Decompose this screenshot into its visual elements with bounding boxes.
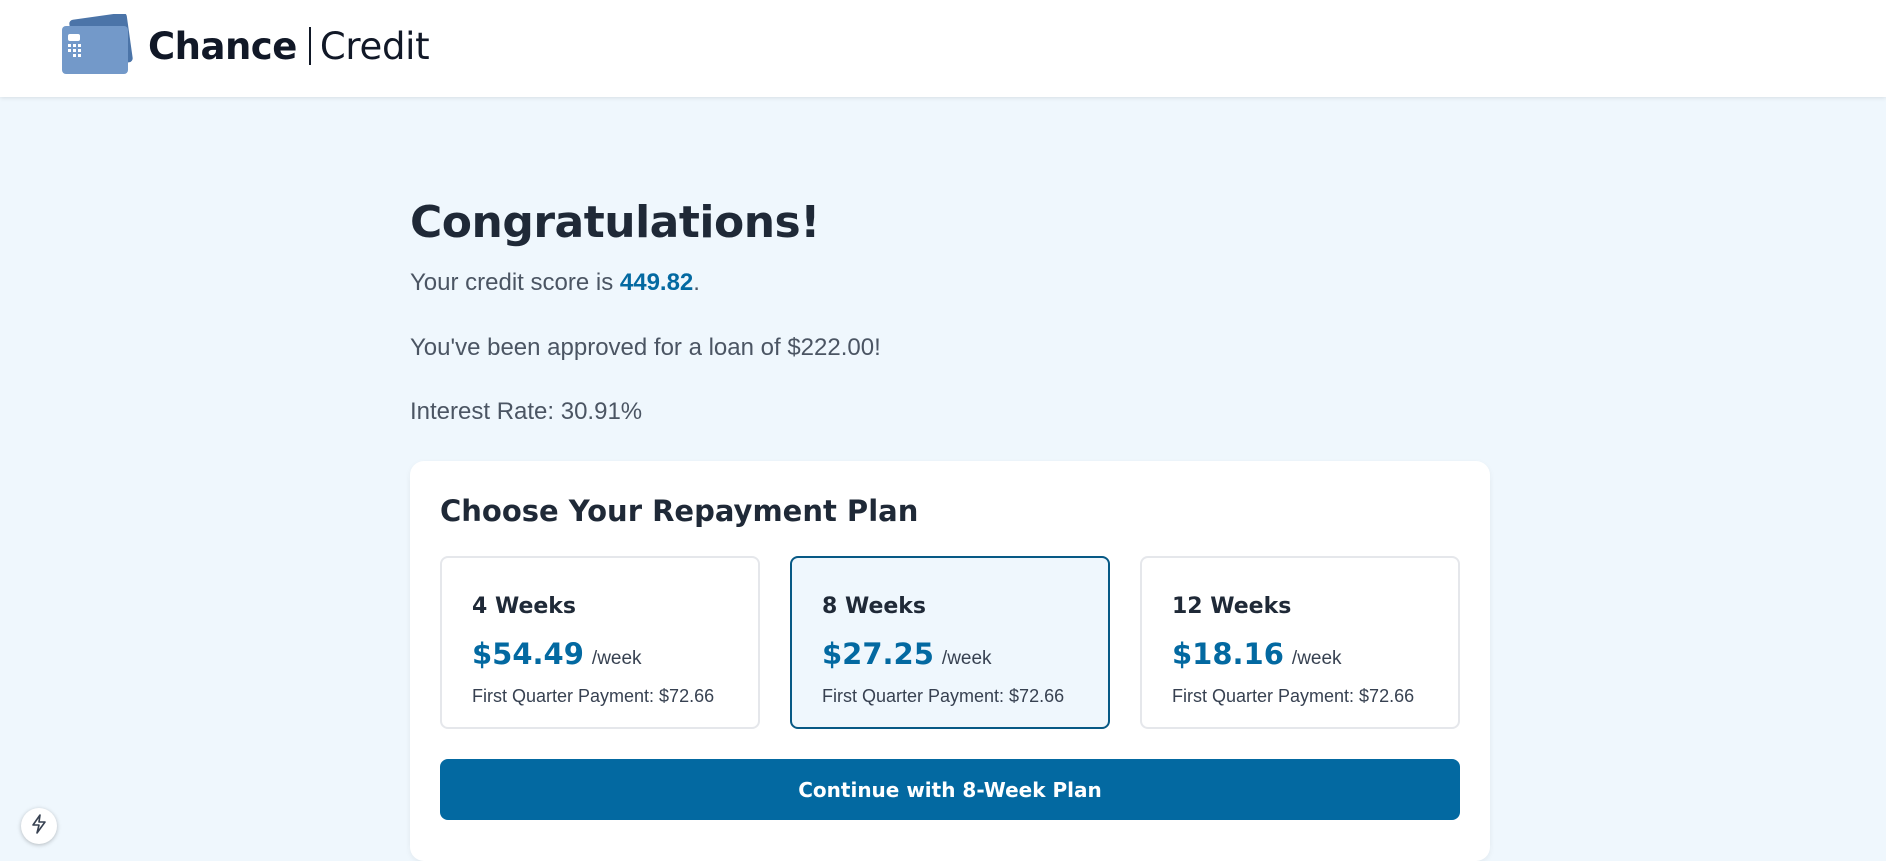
credit-score-prefix: Your credit score is (410, 269, 620, 296)
plan-option-8-weeks[interactable]: 8 Weeks $27.25 /week First Quarter Payme… (790, 556, 1110, 729)
plan-option-12-weeks[interactable]: 12 Weeks $18.16 /week First Quarter Paym… (1140, 556, 1460, 729)
repayment-plan-card: Choose Your Repayment Plan 4 Weeks $54.4… (410, 461, 1490, 861)
brand-name-bold: Chance (148, 24, 297, 68)
site-header: Chance Credit (0, 0, 1886, 97)
brand-divider (308, 27, 311, 65)
credit-score-value: 449.82 (619, 269, 694, 296)
plan-name: 4 Weeks (472, 594, 577, 619)
plan-first-payment: First Quarter Payment: $72.66 (822, 686, 1065, 706)
brand-logo[interactable]: Chance Credit (58, 12, 430, 78)
continue-button[interactable]: Continue with 8-Week Plan (440, 759, 1460, 820)
plan-name: 12 Weeks (1172, 594, 1292, 619)
plan-unit: /week (591, 648, 642, 669)
page-title: Congratulations! (410, 197, 820, 248)
plan-option-4-weeks[interactable]: 4 Weeks $54.49 /week First Quarter Payme… (440, 556, 760, 729)
plan-unit: /week (1291, 648, 1342, 669)
plan-price: $54.49 (472, 637, 584, 671)
plan-name: 8 Weeks (822, 594, 927, 619)
plan-price: $27.25 (822, 637, 934, 671)
dev-tools-badge[interactable] (21, 808, 57, 844)
plan-price-row: $54.49 /week (472, 637, 642, 671)
credit-score-text: Your credit score is 449.82. (410, 269, 700, 297)
result-section: Congratulations! Your credit score is 44… (410, 195, 1490, 861)
plan-first-payment: First Quarter Payment: $72.66 (472, 686, 715, 706)
plan-price-row: $18.16 /week (1172, 637, 1342, 671)
brand-name-light: Credit (319, 24, 430, 68)
plan-first-payment: First Quarter Payment: $72.66 (1172, 686, 1415, 706)
interest-rate-text: Interest Rate: 30.91% (410, 398, 643, 425)
plan-price: $18.16 (1172, 637, 1284, 671)
credit-card-icon (58, 12, 136, 78)
loan-approval-text: You've been approved for a loan of $222.… (410, 334, 881, 361)
plan-price-row: $27.25 /week (822, 637, 992, 671)
repayment-plan-title: Choose Your Repayment Plan (440, 494, 919, 528)
plan-unit: /week (941, 648, 992, 669)
credit-score-suffix: . (693, 269, 700, 296)
brand-wordmark: Chance Credit (148, 24, 430, 68)
lightning-icon (30, 813, 48, 839)
